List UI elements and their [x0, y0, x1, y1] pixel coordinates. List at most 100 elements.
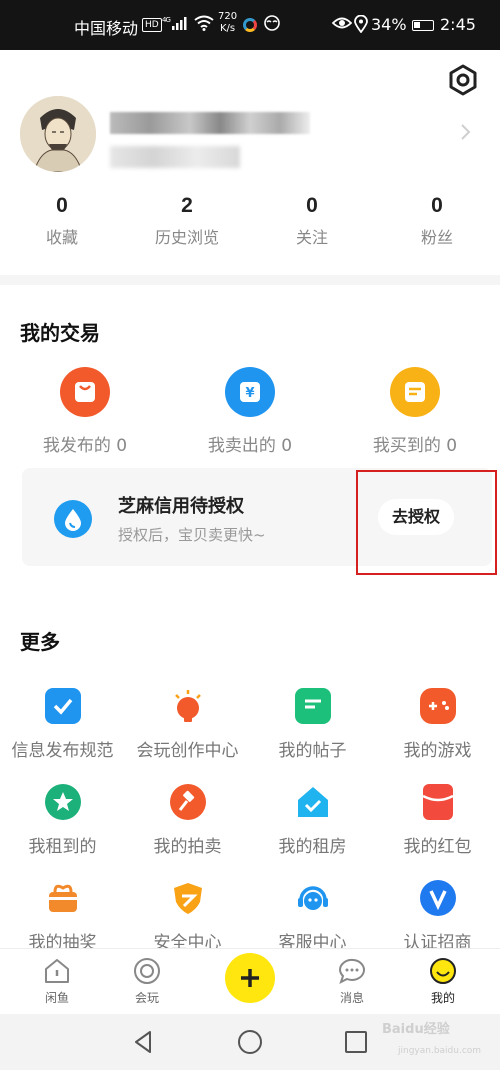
- net-speed-unit: K/s: [219, 23, 236, 34]
- stat-history[interactable]: 2 历史浏览: [137, 193, 237, 248]
- more-item-my-auctions[interactable]: 我的拍卖: [125, 784, 250, 857]
- house-check-icon: [295, 784, 331, 820]
- trade-sold[interactable]: ¥ 我卖出的 0: [165, 367, 335, 456]
- trade-label: 我卖出的 0: [207, 436, 293, 456]
- hammer-icon: [169, 784, 206, 820]
- bulb-icon: [170, 688, 206, 724]
- more-item-my-games[interactable]: 我的游戏: [375, 688, 500, 761]
- tab-label: 我的: [430, 991, 455, 1005]
- section-title: 更多: [20, 630, 60, 654]
- app-notification-icon: [243, 18, 257, 32]
- more-item-label: 会玩创作中心: [136, 741, 239, 761]
- stat-fans[interactable]: 0 粉丝: [387, 193, 487, 248]
- mask-icon: [263, 15, 281, 35]
- stat-value: 0: [56, 194, 68, 217]
- tab-xianyu[interactable]: 闲鱼: [17, 957, 97, 1006]
- stat-value: 0: [431, 194, 443, 217]
- yen-icon: ¥: [225, 367, 275, 417]
- bag-icon: [60, 367, 110, 417]
- more-item-security[interactable]: 安全中心: [125, 880, 250, 953]
- location-icon: [354, 14, 368, 37]
- avatar[interactable]: [20, 96, 96, 172]
- chevron-right-icon[interactable]: [460, 122, 472, 147]
- back-button[interactable]: [130, 1028, 158, 1056]
- red-packet-icon: [421, 784, 454, 820]
- svg-text:¥: ¥: [245, 386, 254, 401]
- more-item-lottery[interactable]: 我的抽奖: [0, 880, 125, 953]
- username-redacted: [110, 112, 310, 134]
- tab-mine[interactable]: 我的: [403, 957, 483, 1006]
- post-icon: [294, 688, 331, 724]
- watermark-url: jingyan.baidu.com: [398, 1046, 482, 1056]
- trade-published[interactable]: 我发布的 0: [0, 367, 170, 456]
- profile-card: 0 收藏 2 历史浏览 0 关注 0 粉丝: [0, 50, 500, 275]
- trade-bought[interactable]: 我买到的 0: [330, 367, 500, 456]
- more-item-publish-rules[interactable]: 信息发布规范: [0, 688, 125, 761]
- clock: 2:45: [440, 15, 476, 34]
- more-item-my-housing[interactable]: 我的租房: [250, 784, 375, 857]
- square-recents-icon: [345, 1031, 367, 1053]
- check-doc-icon: [44, 688, 81, 724]
- signal-icon: 4G: [162, 15, 192, 34]
- bottom-tab-bar: 闲鱼 会玩 消息 我的: [0, 948, 500, 1014]
- battery-icon: [412, 20, 434, 31]
- zhima-subtitle: 授权后，宝贝卖更快~: [118, 526, 266, 544]
- shield-icon: [170, 880, 206, 916]
- headset-icon: [295, 880, 331, 916]
- receipt-icon: [390, 367, 440, 417]
- annotation-highlight-box: [356, 470, 497, 575]
- settings-button[interactable]: [446, 63, 480, 97]
- more-item-label: 我的租房: [278, 837, 347, 857]
- stat-label: 历史浏览: [154, 228, 219, 247]
- eye-comfort-icon: [331, 15, 353, 35]
- recents-button[interactable]: [342, 1028, 370, 1056]
- triangle-back-icon: [135, 1031, 151, 1053]
- more-item-red-packets[interactable]: 我的红包: [375, 784, 500, 857]
- publish-button[interactable]: [225, 953, 275, 1003]
- stat-label: 关注: [295, 228, 328, 247]
- settings-hexagon-icon: [449, 64, 477, 96]
- battery-percent: 34%: [371, 15, 407, 34]
- stat-following[interactable]: 0 关注: [262, 193, 362, 248]
- more-section: 更多 信息发布规范 会玩创作中心 我的帖子 我的游戏 我租到的 我的拍卖 我的租…: [0, 590, 500, 953]
- more-item-label: 我的红包: [403, 837, 472, 857]
- carrier-label: 中国移动: [74, 19, 139, 38]
- zhima-drop-icon: [54, 500, 92, 538]
- more-item-creator-center[interactable]: 会玩创作中心: [125, 688, 250, 761]
- more-item-label: 我的帖子: [278, 741, 347, 761]
- wifi-icon: [194, 15, 214, 35]
- more-item-label: 我的拍卖: [153, 837, 222, 857]
- gift-pot-icon: [45, 880, 81, 916]
- net-speed-value: 720: [218, 11, 238, 22]
- plus-icon: [241, 969, 259, 987]
- tab-label: 消息: [339, 991, 364, 1005]
- stat-favorites[interactable]: 0 收藏: [12, 193, 112, 248]
- trade-label: 我发布的 0: [42, 436, 128, 456]
- tab-huiwan[interactable]: 会玩: [107, 957, 187, 1006]
- more-item-label: 我的游戏: [403, 741, 472, 761]
- tab-label: 会玩: [134, 991, 159, 1005]
- gamepad-icon: [419, 688, 456, 724]
- home-button[interactable]: [236, 1028, 264, 1056]
- home-fish-icon: [42, 957, 72, 985]
- more-item-certification[interactable]: 认证招商: [375, 880, 500, 953]
- star-badge-icon: [44, 784, 81, 820]
- section-title: 我的交易: [20, 321, 100, 345]
- more-item-customer-service[interactable]: 客服中心: [250, 880, 375, 953]
- more-item-my-posts[interactable]: 我的帖子: [250, 688, 375, 761]
- more-item-label: 我租到的: [28, 837, 97, 857]
- stat-value: 0: [306, 194, 318, 217]
- more-item-my-rentals[interactable]: 我租到的: [0, 784, 125, 857]
- tab-messages[interactable]: 消息: [312, 957, 392, 1006]
- smile-face-icon: [428, 957, 458, 985]
- stat-label: 收藏: [45, 228, 78, 247]
- circle-target-icon: [132, 957, 162, 985]
- chat-bubble-icon: [337, 957, 367, 985]
- svg-text:4G: 4G: [162, 16, 170, 24]
- zhima-title: 芝麻信用待授权: [118, 496, 244, 517]
- stat-label: 粉丝: [420, 228, 453, 247]
- hd-badge: HD: [142, 18, 162, 32]
- net-speed: 720 K/s: [218, 11, 237, 35]
- circle-home-icon: [238, 1030, 262, 1054]
- more-item-label: 信息发布规范: [11, 741, 114, 761]
